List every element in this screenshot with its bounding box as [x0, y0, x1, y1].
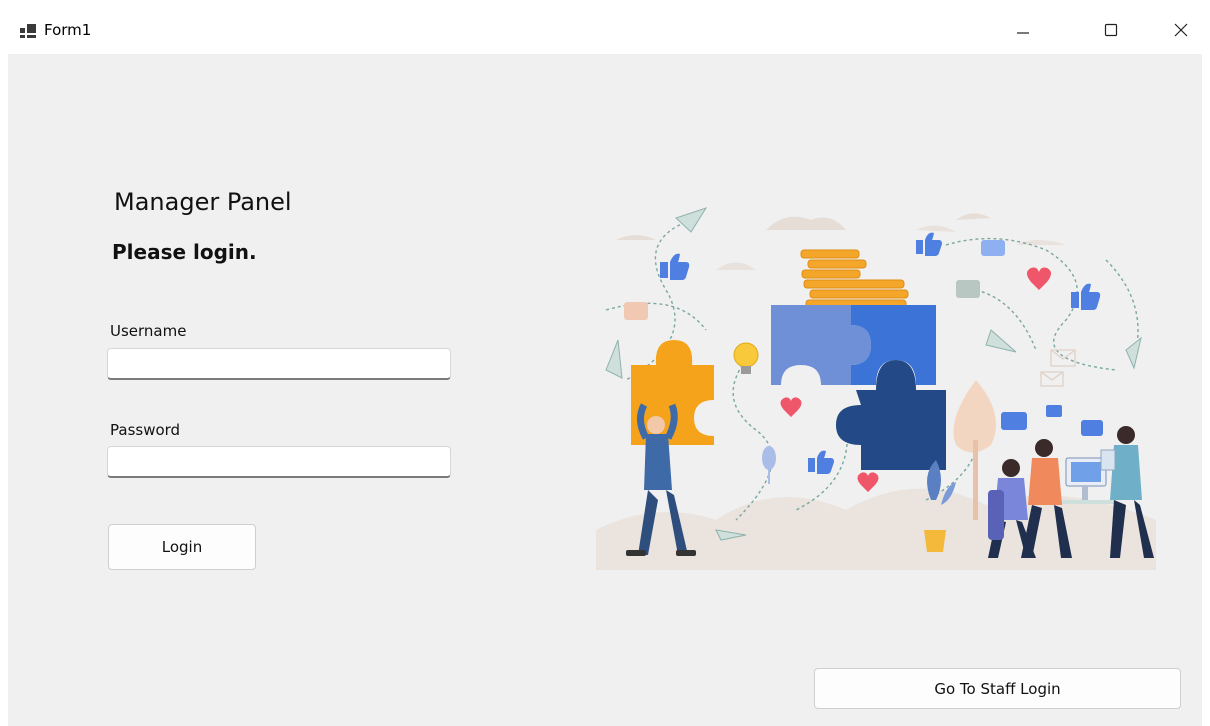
- maximize-button[interactable]: [1088, 10, 1134, 50]
- maximize-icon: [1104, 23, 1118, 37]
- username-input[interactable]: [107, 348, 451, 380]
- password-input[interactable]: [107, 446, 451, 478]
- password-label: Password: [110, 421, 181, 439]
- teamwork-puzzle-illustration: [596, 207, 1156, 570]
- minimize-icon: [1017, 32, 1029, 34]
- window-title: Form1: [44, 21, 92, 39]
- login-button[interactable]: Login: [108, 524, 256, 570]
- title-bar: Form1: [0, 0, 1210, 54]
- page-title: Manager Panel: [114, 188, 292, 216]
- close-button[interactable]: [1158, 10, 1204, 50]
- page-subtitle: Please login.: [112, 240, 257, 264]
- username-label: Username: [110, 322, 187, 340]
- minimize-button[interactable]: [1000, 10, 1046, 50]
- go-to-staff-login-button[interactable]: Go To Staff Login: [814, 668, 1181, 709]
- close-icon: [1174, 23, 1188, 37]
- app-icon: [20, 24, 36, 38]
